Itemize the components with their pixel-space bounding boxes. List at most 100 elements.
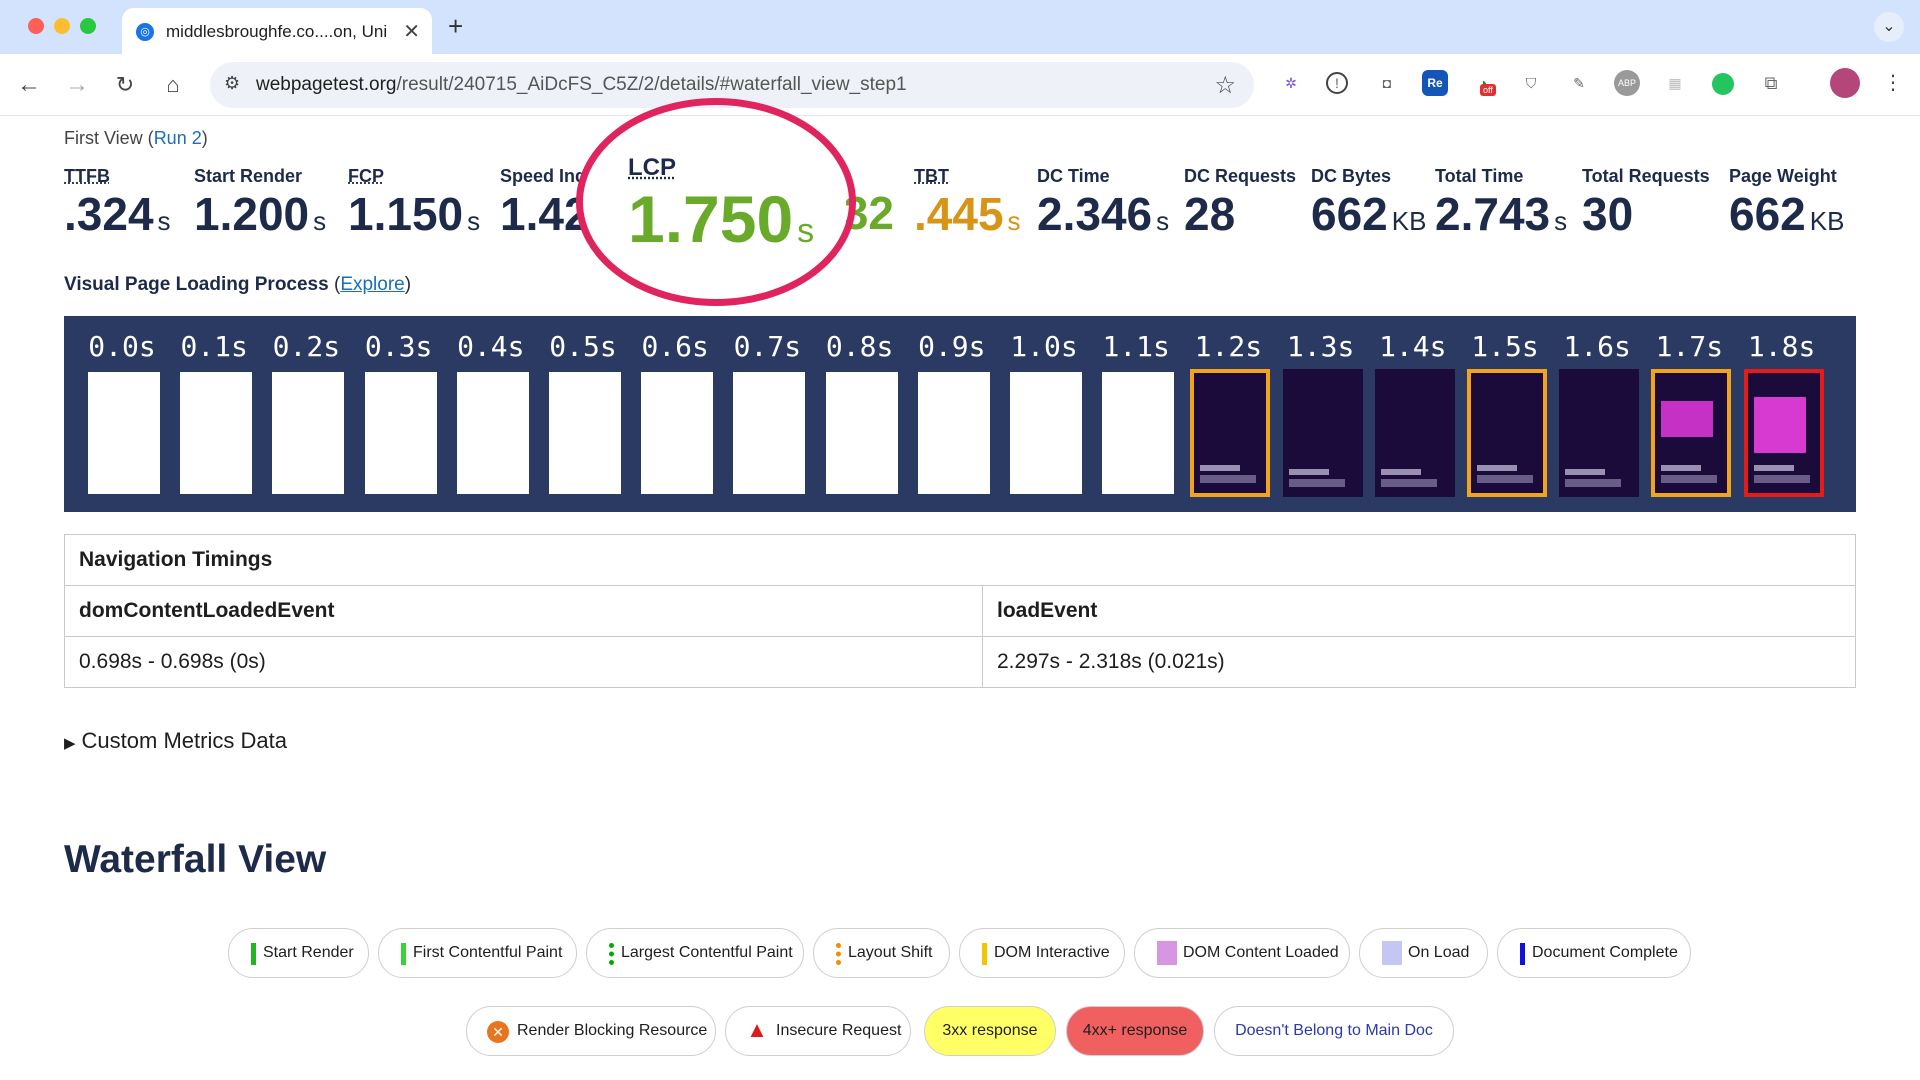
filmstrip-frame[interactable] [1374, 369, 1455, 497]
metric-fcp: FCP 1.150 s [348, 166, 481, 240]
dom-content-loaded-header: domContentLoadedEvent [64, 585, 983, 637]
filmstrip-frame[interactable] [1190, 369, 1271, 497]
frame-time-label: 0.8s [825, 330, 894, 363]
window-close-button[interactable] [28, 18, 44, 34]
puzzle-gear-icon[interactable]: ✲ [1278, 70, 1304, 96]
filmstrip-frame[interactable] [1102, 372, 1175, 494]
custom-metrics-toggle[interactable]: ▶ Custom Metrics Data [64, 728, 287, 754]
on-load-swatch [1382, 941, 1402, 965]
browser-menu-icon[interactable]: ⋮ [1880, 70, 1906, 96]
filmstrip-frame[interactable] [456, 372, 529, 494]
frame-time-label: 0.3s [364, 330, 433, 363]
window-maximize-button[interactable] [80, 18, 96, 34]
legend-dom-content-loaded: DOM Content Loaded [1134, 928, 1350, 978]
filmstrip: 0.0s 0.1s 0.2s 0.3s 0.4s 0.5s 0.6s 0.7s 0.8s 0.9s… [64, 316, 1856, 512]
legend-insecure-request: ▲ Insecure Request [725, 1006, 911, 1056]
browser-tab-strip: ◎ middlesbroughfe.co....on, Uni ✕ + ⌄ [0, 0, 1920, 54]
site-favicon-icon: ◎ [136, 23, 154, 41]
tab-close-icon[interactable]: ✕ [403, 19, 420, 44]
frame-time-label: 1.4s [1379, 330, 1447, 363]
profile-avatar[interactable] [1830, 68, 1860, 98]
frame-time-label: 0.6s [641, 330, 709, 363]
metric-dc-requests: DC Requests 28 [1184, 166, 1297, 240]
back-arrow-icon[interactable]: ← [12, 68, 46, 102]
filmstrip-frame[interactable] [825, 372, 898, 494]
filmstrip-frame[interactable] [917, 372, 990, 494]
re-icon[interactable]: Re [1422, 70, 1448, 96]
dom-interactive-swatch [982, 943, 987, 965]
filmstrip-frame[interactable] [1651, 369, 1732, 497]
first-view-label: First View (Run 2) [64, 128, 208, 148]
pin-icon[interactable]: ✎ [1566, 70, 1592, 96]
tab-search-chevron-icon[interactable]: ⌄ [1874, 12, 1904, 42]
metric-page-weight: Page Weight 662 KB [1729, 166, 1845, 240]
green-dot-icon[interactable] [1712, 73, 1734, 95]
filmstrip-frame[interactable] [1467, 369, 1547, 497]
metric-total-time: Total Time 2.743 s [1435, 166, 1568, 240]
legend-start-render: Start Render [228, 928, 369, 978]
tab-title: middlesbroughfe.co....on, Uni [166, 22, 388, 41]
frame-time-label: 1.2s [1194, 330, 1263, 363]
window-minimize-button[interactable] [54, 18, 70, 34]
extensions-icon[interactable]: ⧉ [1758, 70, 1784, 96]
filmstrip-frame[interactable] [1559, 369, 1640, 497]
frame-time-label: 0.9s [918, 330, 986, 363]
filmstrip-frame[interactable] [1743, 369, 1824, 497]
metric-ttfb: TTFB .324 s [64, 166, 171, 240]
active-tab[interactable]: ◎ middlesbroughfe.co....on, Uni ✕ [122, 8, 432, 54]
site-settings-icon[interactable]: ⚙ [224, 73, 240, 94]
camera-icon[interactable]: ◘ [1374, 70, 1400, 96]
url-text[interactable]: webpagetest.org/result/240715_AiDcFS_C5Z… [256, 74, 907, 96]
new-tab-button[interactable]: + [448, 11, 463, 42]
dom-content-loaded-value: 0.698s - 0.698s (0s) [64, 636, 983, 688]
metric-speed-index: Speed Ind 1.42 [500, 166, 582, 237]
forward-arrow-icon[interactable]: → [60, 68, 94, 102]
home-icon[interactable]: ⌂ [156, 68, 190, 102]
frame-time-label: 0.5s [549, 330, 617, 363]
filmstrip-frame[interactable] [549, 372, 621, 494]
legend-on-load: On Load [1359, 928, 1488, 978]
frame-time-label: 1.8s [1747, 330, 1816, 363]
off-badge: off [1480, 84, 1496, 96]
run-link[interactable]: Run 2 [154, 128, 202, 148]
metric-tbt: TBT .445 s [914, 166, 1021, 240]
frame-time-label: 1.1s [1102, 330, 1170, 363]
explore-link[interactable]: Explore [340, 274, 404, 295]
visual-loading-heading: Visual Page Loading Process (Explore) [64, 274, 412, 295]
1password-icon[interactable]: ! [1326, 72, 1348, 94]
filmstrip-frame[interactable] [88, 372, 160, 494]
filmstrip-frame[interactable] [180, 372, 253, 494]
disclosure-triangle-icon: ▶ [64, 735, 76, 752]
legend-render-blocking: ✕ Render Blocking Resource [466, 1006, 716, 1056]
layout-shift-swatch [836, 943, 841, 965]
legend-document-complete: Document Complete [1497, 928, 1691, 978]
navigation-timings-table: Navigation Timings domContentLoadedEvent… [64, 534, 1856, 688]
start-render-swatch [251, 943, 256, 965]
filmstrip-frame[interactable] [641, 372, 714, 494]
load-event-header: loadEvent [982, 585, 1856, 637]
frame-time-label: 1.0s [1010, 330, 1078, 363]
frame-time-label: 1.6s [1563, 330, 1631, 363]
filmstrip-frame[interactable] [364, 372, 437, 494]
reload-icon[interactable]: ↻ [108, 68, 142, 102]
abp-icon[interactable]: ABP [1614, 70, 1640, 96]
metric-start-render: Start Render 1.200 s [194, 166, 327, 240]
waterfall-title: Waterfall View [64, 838, 327, 881]
navigation-timings-title: Navigation Timings [64, 534, 1856, 586]
legend-4xx-response: 4xx+ response [1066, 1006, 1204, 1056]
filmstrip-frame[interactable] [733, 372, 806, 494]
filmstrip-frame[interactable] [1010, 372, 1082, 494]
grid-icon[interactable]: ▦ [1662, 70, 1688, 96]
filmstrip-frame[interactable] [272, 372, 345, 494]
off-icon[interactable]: ◔ off [1470, 70, 1496, 96]
filmstrip-frame[interactable] [1282, 369, 1363, 497]
bookmark-star-icon[interactable]: ☆ [1214, 71, 1236, 100]
lcp-highlight-circle [576, 98, 856, 306]
metric-total-requests: Total Requests 30 [1582, 166, 1710, 240]
metric-dc-time: DC Time 2.346 s [1037, 166, 1170, 240]
legend-3xx-response: 3xx response [924, 1006, 1056, 1056]
shield-icon[interactable]: ⛉ [1518, 70, 1544, 96]
lcp-swatch [609, 943, 614, 965]
fcp-swatch [401, 943, 406, 965]
metric-dc-bytes: DC Bytes 662 KB [1311, 166, 1427, 240]
